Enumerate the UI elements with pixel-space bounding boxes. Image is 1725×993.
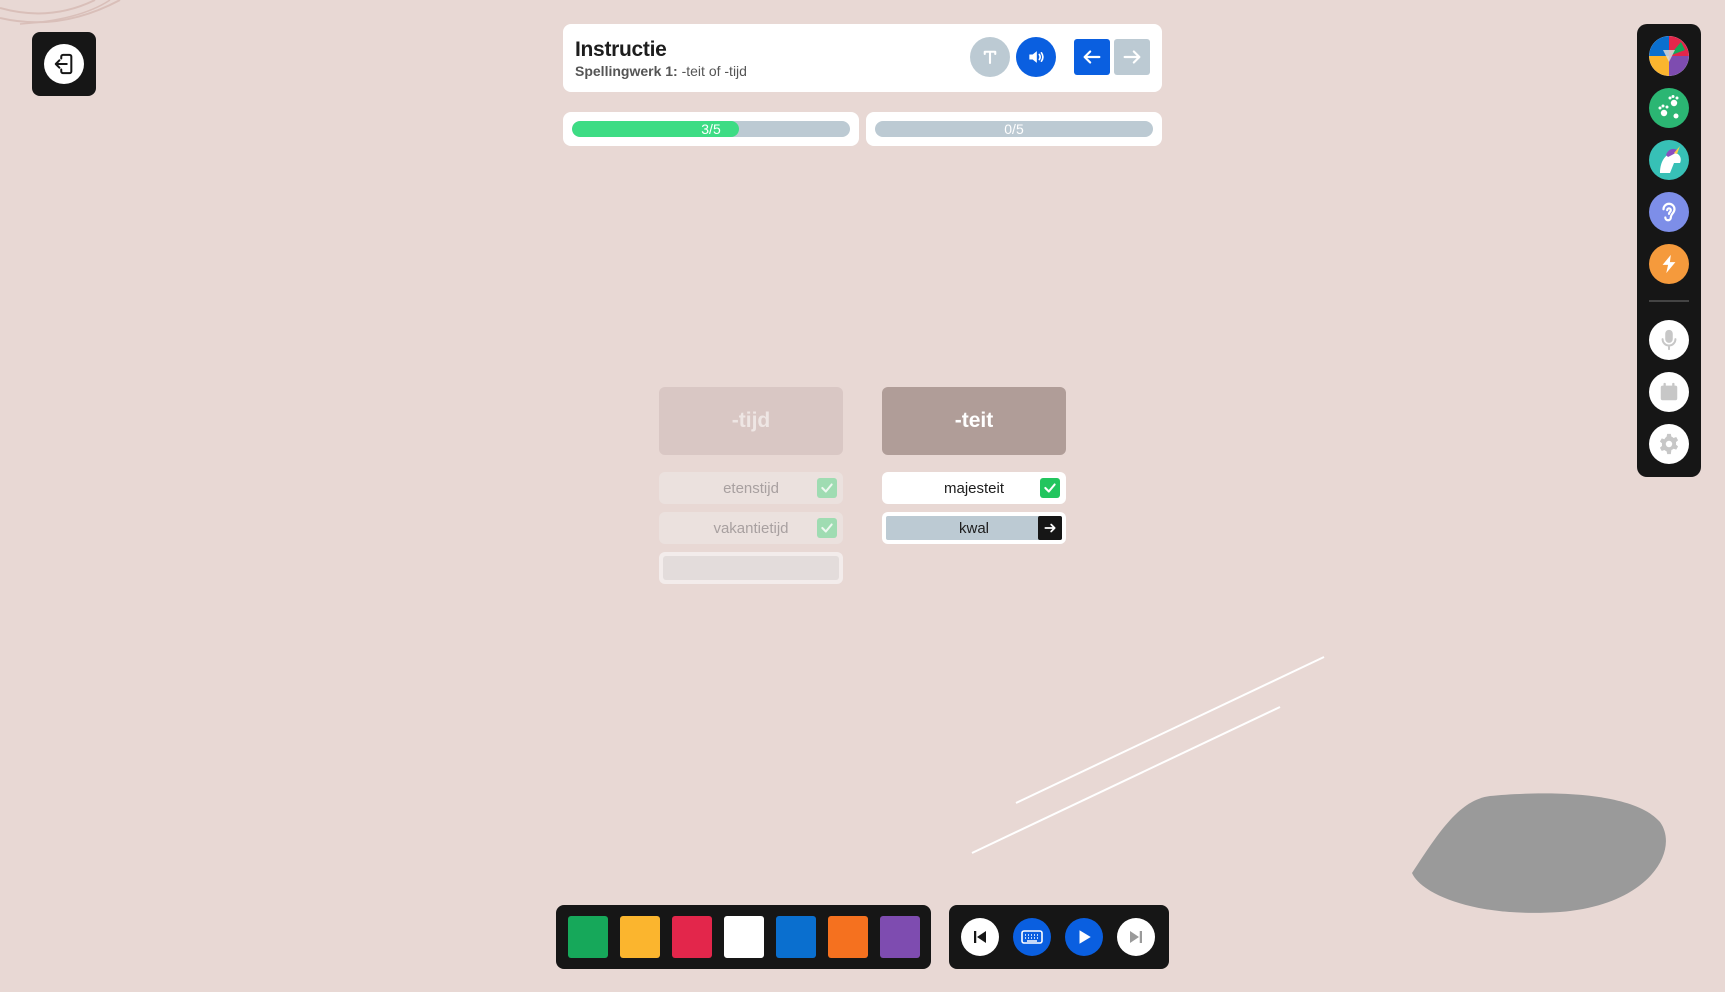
paw-prints-icon <box>1658 95 1679 119</box>
category-teit[interactable]: -teit <box>882 387 1066 455</box>
word-input-field[interactable]: kwal <box>886 516 1062 540</box>
paw-prints-button[interactable] <box>1649 88 1689 128</box>
skip-forward-button[interactable] <box>1117 918 1155 956</box>
color-swatch-red[interactable] <box>672 916 712 958</box>
word-text: vakantietijd <box>713 519 789 537</box>
exit-icon <box>44 44 84 84</box>
skip-back-icon <box>974 931 986 943</box>
progress-label: 0/5 <box>1004 121 1024 137</box>
progress-bar-right: 0/5 <box>866 112 1162 146</box>
microphone-icon <box>1661 329 1677 351</box>
progress-track: 3/5 <box>572 121 850 137</box>
skip-forward-icon <box>1130 931 1142 943</box>
color-swatch-purple[interactable] <box>880 916 920 958</box>
category-tijd[interactable]: -tijd <box>659 387 843 455</box>
next-button[interactable] <box>1114 39 1150 75</box>
play-icon <box>1079 930 1091 944</box>
sidebar-divider <box>1649 300 1689 302</box>
unicorn-button[interactable] <box>1649 140 1689 180</box>
page-title: Instructie <box>575 38 667 61</box>
listening-button[interactable] <box>1649 192 1689 232</box>
exit-button[interactable] <box>32 32 96 96</box>
background-decoration <box>0 0 1666 913</box>
exercise-name: Spellingwerk 1: <box>575 63 678 79</box>
keyboard-button[interactable] <box>1013 918 1051 956</box>
exercise-subtitle: Spellingwerk 1: -teit of -tijd <box>575 63 747 79</box>
lightning-button[interactable] <box>1649 244 1689 284</box>
checkmark-icon <box>817 478 837 498</box>
checkmark-icon <box>1040 478 1060 498</box>
lightning-icon <box>1662 254 1676 274</box>
word-card-vakantietijd: vakantietijd <box>659 512 843 544</box>
word-drop-slot[interactable] <box>659 552 843 584</box>
color-swatch-blue[interactable] <box>776 916 816 958</box>
text-icon <box>983 50 997 65</box>
unicorn-icon <box>1660 146 1681 173</box>
gear-icon <box>1659 433 1679 455</box>
text-format-button[interactable] <box>970 37 1010 77</box>
word-card-etenstijd: etenstijd <box>659 472 843 504</box>
settings-button[interactable] <box>1649 424 1689 464</box>
skip-back-button[interactable] <box>961 918 999 956</box>
checkmark-icon <box>817 518 837 538</box>
tools-sidebar <box>1637 24 1701 477</box>
word-input-value: kwal <box>958 519 989 537</box>
media-controls <box>949 905 1169 969</box>
submit-word-button[interactable] <box>1038 516 1062 540</box>
instruction-header: Instructie Spellingwerk 1: -teit of -tij… <box>563 24 1162 92</box>
exercise-topic: -teit of -tijd <box>677 63 747 79</box>
color-wheel-icon <box>1649 36 1689 76</box>
progress-label: 3/5 <box>701 121 721 137</box>
color-swatch-green[interactable] <box>568 916 608 958</box>
word-text: majesteit <box>943 479 1005 497</box>
word-input-kwal[interactable]: kwal <box>882 512 1066 544</box>
color-swatch-yellow[interactable] <box>620 916 660 958</box>
ear-icon <box>1662 202 1676 222</box>
calendar-icon <box>1660 382 1678 401</box>
arrow-right-icon <box>1044 523 1056 533</box>
arrow-left-icon <box>1083 50 1101 64</box>
keyboard-icon <box>1021 930 1043 944</box>
color-swatch-orange[interactable] <box>828 916 868 958</box>
arrow-right-icon <box>1123 50 1141 64</box>
progress-track: 0/5 <box>875 121 1153 137</box>
color-swatch-white[interactable] <box>724 916 764 958</box>
play-button[interactable] <box>1065 918 1103 956</box>
speaker-icon <box>1029 51 1044 63</box>
audio-button[interactable] <box>1016 37 1056 77</box>
progress-bar-left: 3/5 <box>563 112 859 146</box>
word-text: etenstijd <box>723 479 779 497</box>
microphone-button[interactable] <box>1649 320 1689 360</box>
color-palette <box>556 905 931 969</box>
color-wheel-button[interactable] <box>1649 36 1689 76</box>
previous-button[interactable] <box>1074 39 1110 75</box>
empty-slot-fill <box>663 556 839 580</box>
calendar-button[interactable] <box>1649 372 1689 412</box>
word-card-majesteit: majesteit <box>882 472 1066 504</box>
